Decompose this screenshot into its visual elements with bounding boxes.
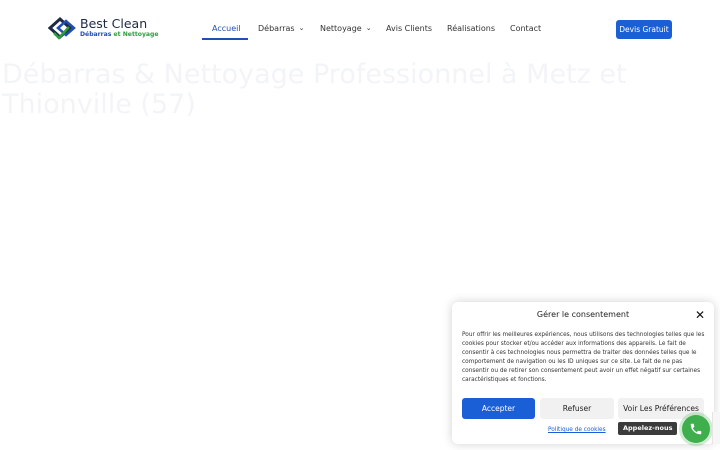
nav-item-contact[interactable]: Contact [510,20,541,38]
call-us-label[interactable]: Appelez-nous [618,422,678,435]
active-nav-indicator [202,38,248,40]
consent-title: Gérer le consentement [536,310,630,319]
nav-item-avis-clients[interactable]: Avis Clients [386,20,432,38]
consent-text: Pour offrir les meilleures expériences, … [462,332,705,384]
site-logo[interactable]: Best Clean Débarras et Nettoyage [48,16,159,42]
tagline-part1: Débarras [80,31,112,38]
nav-label: Réalisations [447,24,496,33]
nav-label: Débarras [258,24,295,33]
brand-name: Best Clean [80,16,148,31]
nav-item-debarras[interactable]: Débarras ⌄ [258,20,304,38]
nav-label: Avis Clients [386,24,432,33]
recaptcha-badge [712,412,720,444]
site-header: Best Clean Débarras et Nettoyage Accueil… [0,0,720,58]
accept-button[interactable]: Accepter [462,398,535,419]
chevron-down-icon: ⌄ [365,24,372,32]
nav-label: Nettoyage [320,24,362,33]
hero-title: Débarras & Nettoyage Professionnel à Met… [2,59,627,120]
chevron-down-icon: ⌄ [298,24,305,32]
refuse-button[interactable]: Refuser [540,398,614,419]
nav-item-accueil[interactable]: Accueil [212,20,241,38]
call-button[interactable] [682,415,710,443]
nav-label: Contact [510,24,542,33]
house-logo-icon [48,16,76,40]
tagline-part2: et Nettoyage [111,31,159,38]
close-icon[interactable]: ✕ [695,308,705,322]
devis-gratuit-button[interactable]: Devis Gratuit [616,20,672,39]
brand-tagline: Débarras et Nettoyage [80,31,159,39]
nav-label: Accueil [212,24,241,33]
nav-item-nettoyage[interactable]: Nettoyage ⌄ [320,20,372,38]
cookie-policy-link[interactable]: Politique de cookies [548,427,606,433]
phone-icon [690,423,702,435]
nav-item-realisations[interactable]: Réalisations [447,20,495,38]
